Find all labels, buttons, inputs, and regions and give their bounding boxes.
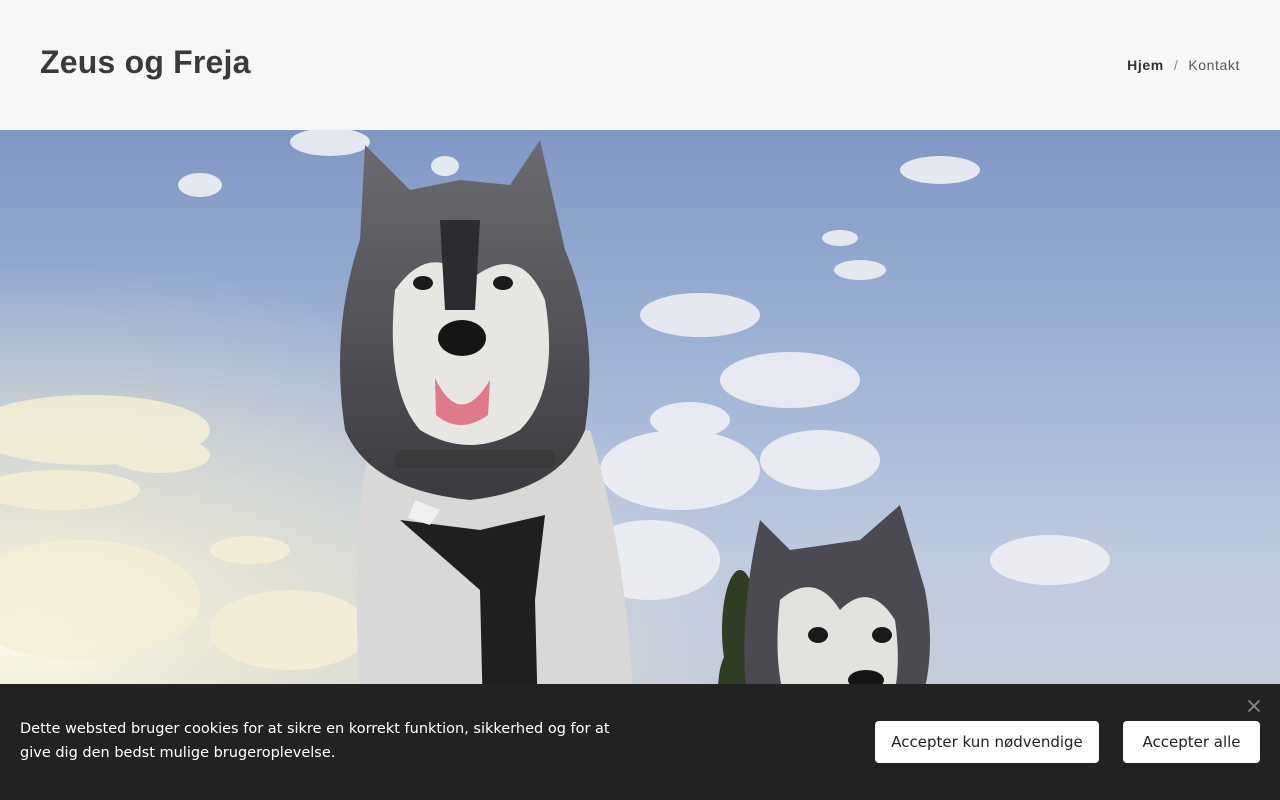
cookie-message: Dette websted bruger cookies for at sikr…: [20, 721, 610, 761]
nav-separator: /: [1173, 57, 1179, 73]
cookie-banner: Dette websted bruger cookies for at sikr…: [0, 684, 1280, 800]
close-icon[interactable]: [1246, 698, 1262, 714]
nav-link-kontakt[interactable]: Kontakt: [1188, 57, 1240, 73]
nav-link-hjem[interactable]: Hjem: [1127, 57, 1164, 73]
site-title[interactable]: Zeus og Freja: [40, 44, 251, 81]
accept-necessary-button[interactable]: Accepter kun nødvendige: [875, 721, 1099, 763]
site-header: Zeus og Freja Hjem / Kontakt: [0, 0, 1280, 130]
main-nav: Hjem / Kontakt: [1127, 57, 1240, 73]
accept-all-button[interactable]: Accepter alle: [1123, 721, 1260, 763]
